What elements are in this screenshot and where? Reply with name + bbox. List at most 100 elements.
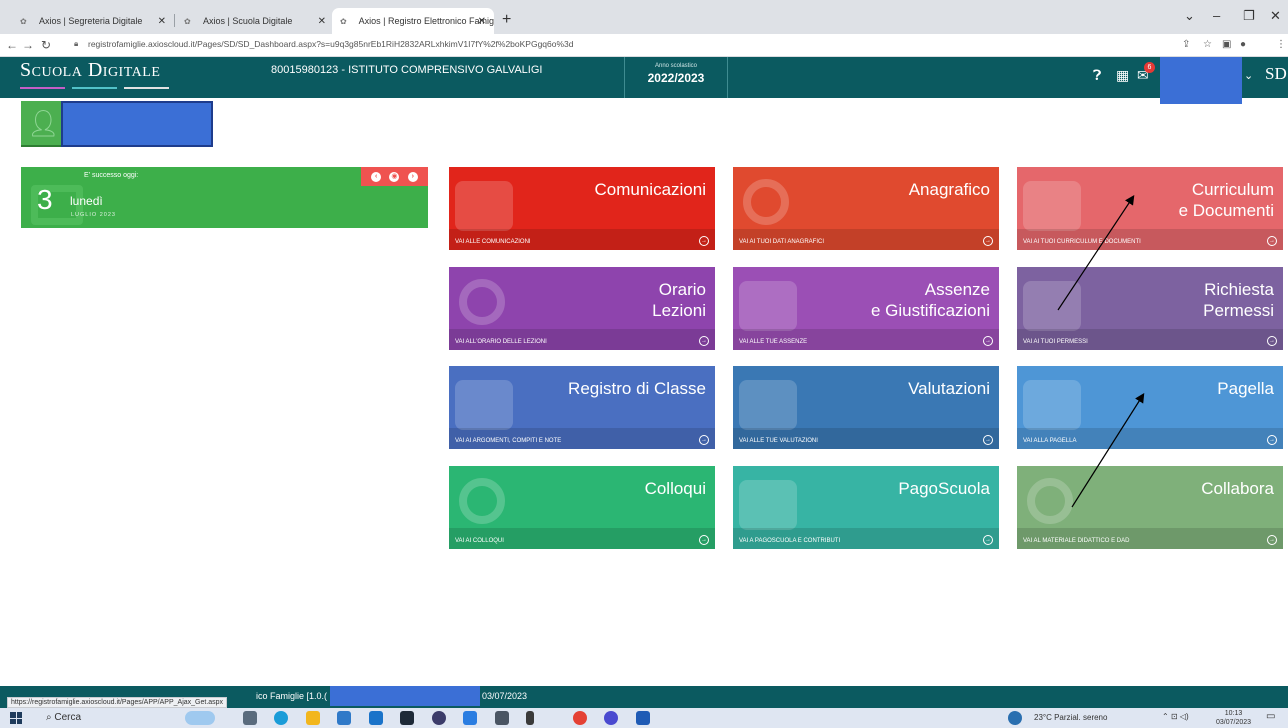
search-highlight-icon[interactable] xyxy=(185,711,215,725)
arrow-right-icon[interactable]: → xyxy=(1267,236,1277,246)
school-year-selector[interactable]: Anno scolastico 2022/2023 xyxy=(624,57,728,98)
tile-orario[interactable]: Orario Lezioni VAI ALL'ORARIO DELLE LEZI… xyxy=(449,267,715,350)
tile-pagella[interactable]: Pagella VAI ALLA PAGELLA → xyxy=(1017,366,1283,449)
edge-icon[interactable] xyxy=(274,711,288,725)
notification-badge: 6 xyxy=(1144,62,1155,73)
share-icon[interactable]: ⇪ xyxy=(1182,39,1190,50)
tile-permessi[interactable]: Richiesta Permessi VAI AI TUOI PERMESSI … xyxy=(1017,267,1283,350)
tile-link[interactable]: VAI AI ARGOMENTI, COMPITI E NOTE xyxy=(455,438,561,444)
tile-link[interactable]: VAI ALLE TUE VALUTAZIONI xyxy=(739,438,818,444)
tile-registro[interactable]: Registro di Classe VAI AI ARGOMENTI, COM… xyxy=(449,366,715,449)
help-icon[interactable]: ❓︎ xyxy=(1093,67,1101,84)
arrow-right-icon[interactable]: → xyxy=(699,236,709,246)
close-window-icon[interactable]: ✕ xyxy=(1270,8,1281,24)
profile-icon[interactable]: ● xyxy=(1240,39,1246,50)
tile-assenze[interactable]: Assenze e Giustificazioni VAI ALLE TUE A… xyxy=(733,267,999,350)
taskbar-search[interactable]: ⌕ Cerca xyxy=(46,712,81,723)
help-tray-icon[interactable] xyxy=(1008,711,1022,725)
mail-icon[interactable] xyxy=(369,711,383,725)
chevron-down-icon[interactable]: ⌄ xyxy=(1244,69,1253,82)
restore-icon[interactable]: ❐ xyxy=(1243,8,1255,24)
building-icon[interactable]: ▦ xyxy=(1116,67,1129,84)
tile-link[interactable]: VAI AI COLLOQUI xyxy=(455,538,504,544)
tile-link[interactable]: VAI AI TUOI PERMESSI xyxy=(1023,339,1088,345)
today-weekday: lunedì xyxy=(70,194,103,208)
browser-tab-active[interactable]: ✿ Axios | Registro Elettronico Famig ✕ xyxy=(332,8,494,34)
tile-curriculum[interactable]: Curriculum e Documenti VAI AI TUOI CURRI… xyxy=(1017,167,1283,250)
tile-comunicazioni[interactable]: Comunicazioni VAI ALLE COMUNICAZIONI → xyxy=(449,167,715,250)
status-url-tooltip: https://registrofamiglie.axioscloud.it/P… xyxy=(7,697,228,708)
minimize-icon[interactable]: – xyxy=(1213,8,1220,23)
tile-pagoscuola[interactable]: PagoScuola VAI A PAGOSCUOLA E CONTRIBUTI… xyxy=(733,466,999,549)
new-tab-icon[interactable]: + xyxy=(502,12,511,28)
tile-anagrafico[interactable]: Anagrafico VAI AI TUOI DATI ANAGRAFICI → xyxy=(733,167,999,250)
address-bar-row: ← → ↻ 🔒︎ registrofamiglie.axioscloud.it/… xyxy=(0,34,1288,57)
tile-colloqui[interactable]: Colloqui VAI AI COLLOQUI → xyxy=(449,466,715,549)
sidebar-icon[interactable]: ▣ xyxy=(1222,39,1231,50)
report-card-icon xyxy=(1023,380,1081,430)
sd-logo: SD xyxy=(1265,64,1287,83)
browser-menu-icon[interactable]: ⋮ xyxy=(1276,39,1286,50)
arrow-right-icon[interactable]: → xyxy=(1267,336,1277,346)
next-day-icon[interactable]: › xyxy=(407,171,418,182)
tile-link[interactable]: VAI ALLE TUE ASSENZE xyxy=(739,339,807,345)
close-tab-icon[interactable]: ✕ xyxy=(158,16,166,27)
chrome-icon[interactable] xyxy=(573,711,587,725)
notifications-icon[interactable]: ▭ xyxy=(1266,711,1275,722)
app-icon[interactable] xyxy=(604,711,618,725)
file-explorer-icon[interactable] xyxy=(306,711,320,725)
tray-icons[interactable]: ⌃ ⊡ ◁) xyxy=(1162,712,1189,721)
reload-icon[interactable]: ↻ xyxy=(41,38,51,52)
tile-link[interactable]: VAI AL MATERIALE DIDATTICO E DAD xyxy=(1023,538,1129,544)
windows-start-icon[interactable] xyxy=(10,712,22,724)
tab-search-icon[interactable]: ⌄ xyxy=(1184,8,1195,24)
arrow-right-icon[interactable]: → xyxy=(1267,535,1277,545)
taskbar-clock[interactable]: 10:13 03/07/2023 xyxy=(1216,709,1251,727)
today-target-icon[interactable]: ◉ xyxy=(389,171,400,182)
version-redacted xyxy=(330,686,480,706)
tile-link[interactable]: VAI AI TUOI CURRICULUM E DOCUMENTI xyxy=(1023,239,1141,245)
arrow-right-icon[interactable]: → xyxy=(983,336,993,346)
task-view-icon[interactable] xyxy=(243,711,257,725)
browser-tab[interactable]: ✿ Axios | Segreteria Digitale ✕ xyxy=(12,8,174,34)
calculator-icon[interactable] xyxy=(495,711,509,725)
arrow-right-icon[interactable]: → xyxy=(699,435,709,445)
app-icon[interactable] xyxy=(432,711,446,725)
tile-link[interactable]: VAI A PAGOSCUOLA E CONTRIBUTI xyxy=(739,538,840,544)
brand-logo[interactable]: Scuola Digitale xyxy=(20,59,160,82)
arrow-right-icon[interactable]: → xyxy=(983,236,993,246)
weather-widget[interactable]: 23°C Parzial. sereno xyxy=(1034,713,1107,722)
close-tab-icon[interactable]: ✕ xyxy=(478,16,486,27)
user-menu-redacted[interactable] xyxy=(1160,57,1242,104)
arrow-right-icon[interactable]: → xyxy=(983,435,993,445)
amazon-icon[interactable] xyxy=(400,711,414,725)
store-icon[interactable] xyxy=(337,711,351,725)
app-icon[interactable] xyxy=(463,711,477,725)
tile-title: Collabora xyxy=(1201,479,1274,498)
tile-title: Richiesta Permessi xyxy=(1203,280,1274,320)
tile-title: Anagrafico xyxy=(908,180,990,199)
back-icon[interactable]: ← xyxy=(6,38,18,52)
forward-icon[interactable]: → xyxy=(22,38,34,52)
tile-link[interactable]: VAI ALLA PAGELLA xyxy=(1023,438,1076,444)
student-name-redacted[interactable] xyxy=(61,101,213,147)
tile-link[interactable]: VAI ALLE COMUNICAZIONI xyxy=(455,239,531,245)
tile-collabora[interactable]: Collabora VAI AL MATERIALE DIDATTICO E D… xyxy=(1017,466,1283,549)
arrow-right-icon[interactable]: → xyxy=(699,535,709,545)
lock-icon[interactable]: 🔒︎ xyxy=(74,39,78,49)
tile-valutazioni[interactable]: Valutazioni VAI ALLE TUE VALUTAZIONI → xyxy=(733,366,999,449)
tile-link[interactable]: VAI AI TUOI DATI ANAGRAFICI xyxy=(739,239,824,245)
tile-title: Registro di Classe xyxy=(568,379,706,398)
arrow-right-icon[interactable]: → xyxy=(699,336,709,346)
close-tab-icon[interactable]: ✕ xyxy=(318,16,326,27)
bookmark-star-icon[interactable]: ☆ xyxy=(1203,39,1212,50)
tile-link[interactable]: VAI ALL'ORARIO DELLE LEZIONI xyxy=(455,339,547,345)
arrow-right-icon[interactable]: → xyxy=(983,535,993,545)
register-icon xyxy=(455,380,513,430)
browser-tab[interactable]: ✿ Axios | Scuola Digitale ✕ xyxy=(176,8,334,34)
previous-day-icon[interactable]: ‹ xyxy=(371,171,382,182)
arrow-right-icon[interactable]: → xyxy=(1267,435,1277,445)
url-input[interactable]: registrofamiglie.axioscloud.it/Pages/SD/… xyxy=(88,39,574,49)
app-icon[interactable] xyxy=(526,711,534,725)
word-icon[interactable] xyxy=(636,711,650,725)
